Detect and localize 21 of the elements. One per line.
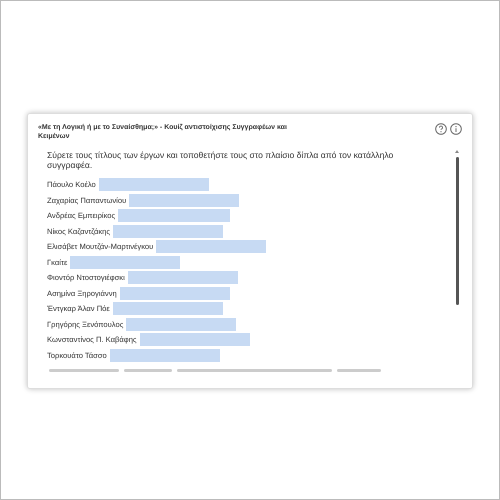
drop-zone[interactable] xyxy=(98,178,209,192)
title-chip[interactable] xyxy=(124,369,172,372)
help-icon[interactable] xyxy=(435,123,447,135)
title-chip[interactable] xyxy=(49,369,119,372)
drop-zone[interactable] xyxy=(128,271,238,284)
drop-zone[interactable] xyxy=(156,240,266,254)
scrollbar-thumb[interactable] xyxy=(456,157,458,305)
drop-zone[interactable] xyxy=(126,318,236,331)
title-chip[interactable] xyxy=(177,369,332,372)
info-icon[interactable] xyxy=(450,123,462,135)
title-chip[interactable] xyxy=(337,369,381,372)
scroll-up-icon[interactable] xyxy=(455,150,459,153)
instructions: Σύρετε τους τίτλους των έργων και τοποθετήστε τους στο πλαίσιο δίπλα από τον κατάλληλο συγγραφέα. xyxy=(47,150,394,170)
drop-zone[interactable] xyxy=(118,209,230,222)
drop-zone[interactable] xyxy=(110,348,220,362)
drop-zone[interactable] xyxy=(140,333,250,346)
drop-zone[interactable] xyxy=(112,302,223,316)
drop-zone[interactable] xyxy=(113,224,224,238)
drop-zone[interactable] xyxy=(120,286,230,300)
drop-zone[interactable] xyxy=(70,256,180,269)
drop-zone[interactable] xyxy=(129,194,240,207)
